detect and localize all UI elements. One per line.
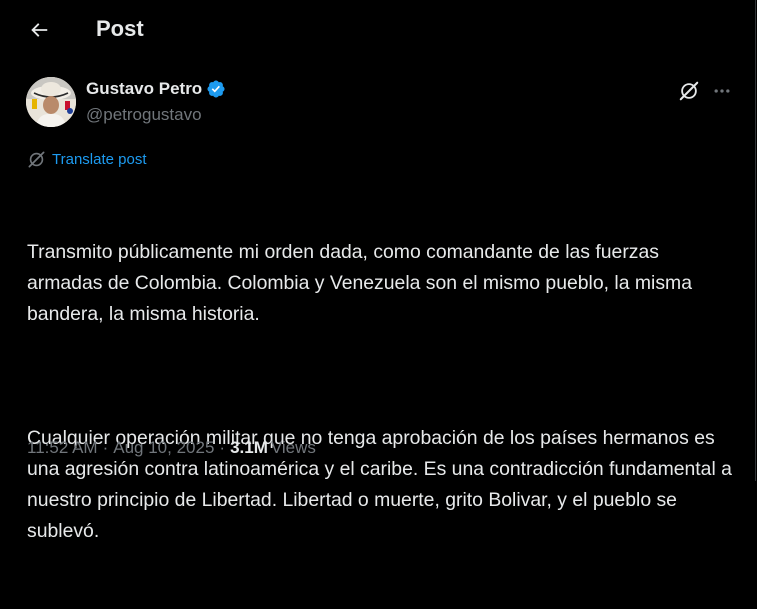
translate-post-label: Translate post bbox=[52, 150, 147, 168]
back-button[interactable] bbox=[22, 13, 56, 47]
translate-icon bbox=[28, 151, 45, 168]
grok-button[interactable] bbox=[676, 78, 702, 104]
meta-separator: · bbox=[219, 438, 226, 457]
post-metadata: 11:52 AM · Aug 10, 2025 · 3.1M Views bbox=[27, 437, 316, 459]
verified-badge-icon[interactable] bbox=[206, 79, 226, 99]
author-name-row: Gustavo Petro bbox=[86, 79, 226, 99]
meta-separator: · bbox=[102, 438, 109, 457]
views-count: 3.1M bbox=[230, 438, 268, 457]
avatar-image bbox=[26, 77, 76, 127]
views-label: Views bbox=[270, 438, 316, 457]
avatar[interactable] bbox=[26, 77, 76, 127]
author-display-name[interactable]: Gustavo Petro bbox=[86, 79, 202, 99]
post-text: Transmito públicamente mi orden dada, co… bbox=[27, 175, 737, 609]
more-horizontal-icon bbox=[714, 89, 730, 93]
grok-icon bbox=[679, 81, 699, 101]
post-paragraph: Transmito públicamente mi orden dada, co… bbox=[27, 241, 698, 325]
post-time[interactable]: 11:52 AM bbox=[27, 437, 98, 459]
arrow-left-icon bbox=[31, 23, 48, 37]
page-title: Post bbox=[96, 16, 144, 41]
post-header: Post bbox=[0, 0, 756, 58]
post-date[interactable]: Aug 10, 2025 bbox=[113, 437, 214, 459]
author-handle[interactable]: @petrogustavo bbox=[86, 105, 202, 125]
translate-post-link[interactable]: Translate post bbox=[27, 150, 147, 169]
more-options-button[interactable] bbox=[709, 78, 735, 104]
post-detail-panel: Post Gustavo Petro @petrogustavo Transla… bbox=[0, 0, 756, 542]
